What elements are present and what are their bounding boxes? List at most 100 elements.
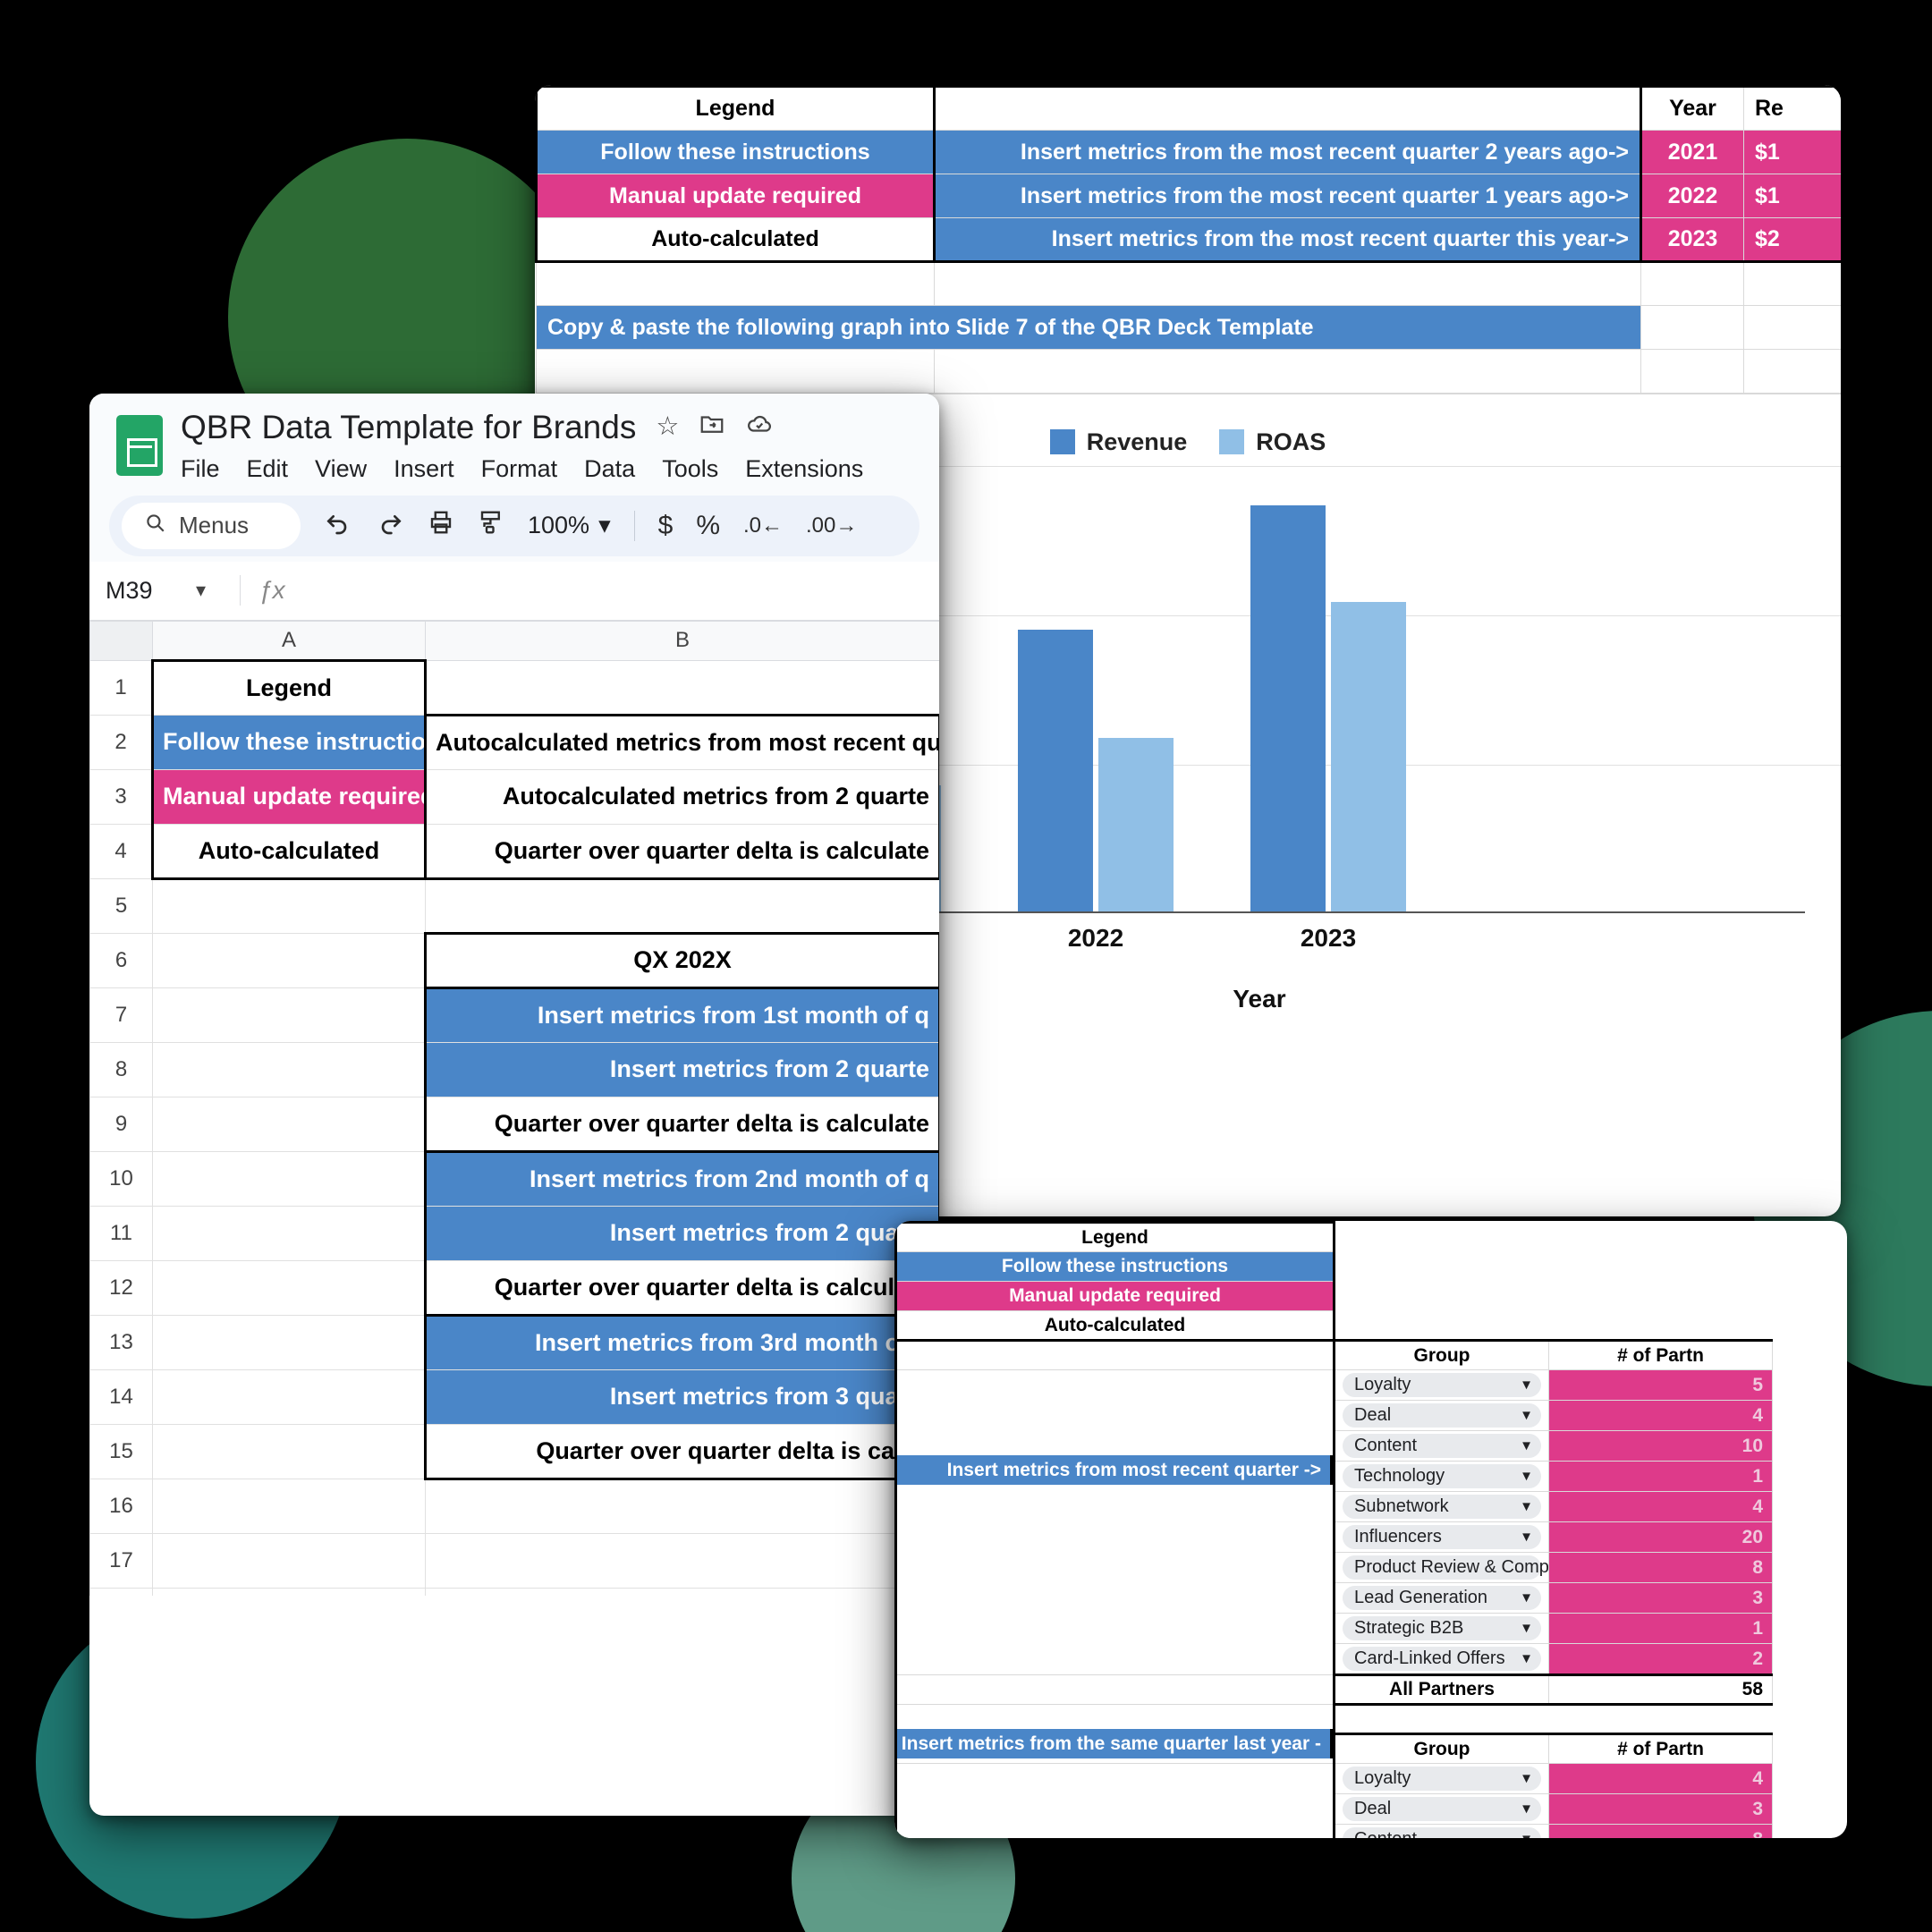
redo-icon[interactable] [376,508,404,544]
cell-b[interactable]: Quarter over quarter delta is calculate [424,823,939,880]
cell-a[interactable] [152,1205,426,1261]
row-number[interactable]: 9 [89,1096,153,1152]
cell-a[interactable] [152,1532,426,1589]
menu-item-file[interactable]: File [181,455,220,483]
column-header-a[interactable]: A [152,620,426,661]
cell-a[interactable] [152,1041,426,1097]
menu-item-data[interactable]: Data [584,455,635,483]
group-dropdown[interactable]: Deal ▼ [1343,1403,1541,1428]
cell-a[interactable]: Manual update required [151,768,427,825]
select-all-corner[interactable] [89,620,153,661]
currency-format-button[interactable]: $ [658,511,674,541]
row-number[interactable]: 5 [89,877,153,934]
group-dropdown[interactable]: Product Review & Comparison▼ [1343,1555,1548,1580]
cell-b[interactable]: Autocalculated metrics from most recent … [424,713,939,770]
cell-b[interactable]: Insert metrics from 3 quarte [424,1368,939,1425]
cell-a[interactable]: Legend [151,658,427,716]
cell-a[interactable]: Follow these instructions [151,714,427,770]
group-dropdown-cell[interactable]: Deal ▼ [1333,1793,1549,1825]
group-dropdown-cell[interactable]: Content ▼ [1333,1430,1549,1462]
cell-b[interactable]: Quarter over quarter delta is calculate [424,1259,939,1317]
group-dropdown[interactable]: Technology ▼ [1343,1464,1541,1488]
cell-a[interactable] [152,1150,426,1207]
cell-b[interactable] [425,1532,939,1589]
row-number[interactable]: 2 [89,714,153,770]
undo-icon[interactable] [324,508,352,544]
row-number[interactable]: 7 [89,987,153,1043]
group-dropdown[interactable]: Content ▼ [1343,1827,1541,1838]
menu-item-extensions[interactable]: Extensions [745,455,863,483]
cell-b[interactable]: Insert metrics from 2 quarte [424,1205,939,1261]
menu-item-insert[interactable]: Insert [394,455,454,483]
group-dropdown[interactable]: Loyalty ▼ [1343,1767,1541,1791]
row-number[interactable]: 1 [89,659,153,716]
group-dropdown[interactable]: Lead Generation ▼ [1343,1586,1541,1610]
row-number[interactable]: 18 [89,1587,153,1596]
search-menus-input[interactable]: Menus [122,502,301,549]
cell-b[interactable]: Insert metrics from 2 quarte [424,1041,939,1097]
group-dropdown[interactable]: Strategic B2B ▼ [1343,1616,1541,1640]
group-dropdown-cell[interactable]: Subnetwork ▼ [1333,1491,1549,1522]
paint-format-icon[interactable] [478,509,504,543]
cell-b[interactable] [425,877,939,934]
cell-a[interactable] [152,1478,426,1534]
cell-b[interactable]: Quarter over quarter delta is calculate [424,1096,939,1153]
cell-a[interactable] [152,1314,426,1370]
document-title[interactable]: QBR Data Template for Brands [181,409,636,446]
cell-b[interactable]: Insert metrics from 1st month of q [424,986,939,1043]
group-dropdown[interactable]: Subnetwork ▼ [1343,1495,1541,1519]
row-number[interactable]: 11 [89,1205,153,1261]
row-number[interactable]: 17 [89,1532,153,1589]
row-number[interactable]: 15 [89,1423,153,1479]
group-dropdown-cell[interactable]: Strategic B2B ▼ [1333,1613,1549,1644]
cell-a[interactable] [152,932,426,988]
decrease-decimal-button[interactable]: .0← [743,513,783,538]
row-number[interactable]: 10 [89,1150,153,1207]
group-dropdown[interactable]: Influencers ▼ [1343,1525,1541,1549]
group-dropdown-cell[interactable]: Lead Generation ▼ [1333,1582,1549,1614]
row-number[interactable]: 14 [89,1368,153,1425]
cell-b[interactable]: QX 202X [424,931,939,989]
group-dropdown[interactable]: Deal ▼ [1343,1797,1541,1821]
cell-b[interactable]: Autocalculated metrics from 2 quarte [424,768,939,825]
percent-format-button[interactable]: % [696,511,720,541]
cell-a[interactable] [152,987,426,1043]
row-number[interactable]: 3 [89,768,153,825]
zoom-selector[interactable]: 100% ▾ [528,512,611,539]
row-number[interactable]: 8 [89,1041,153,1097]
cell-b[interactable] [425,1478,939,1534]
group-dropdown-cell[interactable]: Content ▼ [1333,1824,1549,1838]
group-dropdown-cell[interactable]: Loyalty ▼ [1333,1763,1549,1794]
column-header-b[interactable]: B [425,620,939,661]
cell-a[interactable] [152,1587,426,1596]
group-dropdown[interactable]: Content ▼ [1343,1434,1541,1458]
move-to-folder-icon[interactable] [699,411,725,445]
group-dropdown-cell[interactable]: Influencers ▼ [1333,1521,1549,1553]
menu-item-format[interactable]: Format [481,455,558,483]
cell-a[interactable] [152,1096,426,1152]
row-number[interactable]: 6 [89,932,153,988]
cell-a[interactable] [152,1259,426,1316]
group-dropdown-cell[interactable]: Loyalty ▼ [1333,1369,1549,1401]
cell-b[interactable]: Insert metrics from 3rd month of q [424,1313,939,1370]
row-number[interactable]: 16 [89,1478,153,1534]
cell-a[interactable] [152,877,426,934]
menu-item-edit[interactable]: Edit [247,455,289,483]
group-dropdown[interactable]: Card-Linked Offers ▼ [1343,1647,1541,1671]
cell-b[interactable] [425,659,939,716]
group-dropdown-cell[interactable]: Product Review & Comparison▼ [1333,1552,1549,1583]
cell-b[interactable] [425,1587,939,1596]
group-dropdown-cell[interactable]: Technology ▼ [1333,1461,1549,1492]
increase-decimal-button[interactable]: .00→ [806,513,857,538]
cloud-saved-icon[interactable] [745,411,774,445]
row-number[interactable]: 12 [89,1259,153,1316]
cell-b[interactable]: Insert metrics from 2nd month of q [424,1149,939,1207]
cell-a[interactable] [152,1423,426,1479]
print-icon[interactable] [428,509,454,543]
group-dropdown-cell[interactable]: Deal ▼ [1333,1400,1549,1431]
cell-b[interactable]: Quarter over quarter delta is calcu [424,1423,939,1480]
cell-a[interactable] [152,1368,426,1425]
cell-a[interactable]: Auto-calculated [151,823,427,880]
group-dropdown-cell[interactable]: Card-Linked Offers ▼ [1333,1643,1549,1676]
star-icon[interactable]: ☆ [656,412,679,442]
